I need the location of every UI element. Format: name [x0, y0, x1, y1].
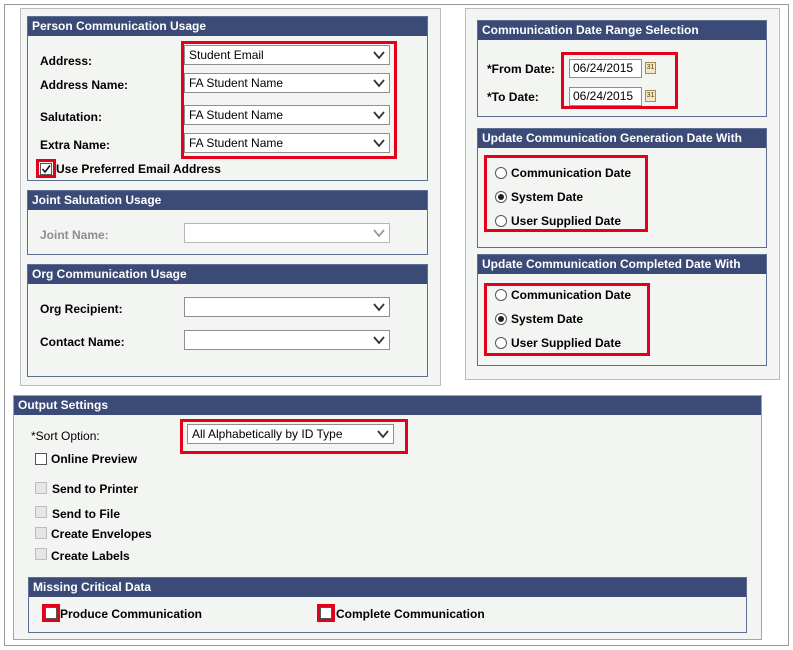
completed-date-option-label: User Supplied Date	[511, 336, 622, 350]
joint-name-select[interactable]	[184, 223, 390, 243]
extra-name-label: Extra Name:	[40, 138, 111, 152]
salutation-select-value: FA Student Name	[189, 108, 284, 122]
panel-title: Missing Critical Data	[29, 578, 746, 597]
chevron-down-icon	[377, 430, 389, 439]
completed-date-radio-2[interactable]	[495, 313, 507, 325]
panel-title: Communication Date Range Selection	[478, 21, 766, 40]
preferred-email-checkbox[interactable]	[40, 163, 52, 175]
address-select-value: Student Email	[189, 48, 264, 62]
generation-date-option-label: Communication Date	[511, 166, 632, 180]
person-communication-panel: Person Communication Usage	[27, 16, 428, 181]
complete-communication-label: Complete Communication	[336, 607, 485, 621]
contact-name-select[interactable]	[184, 330, 390, 350]
preferred-email-label: Use Preferred Email Address	[56, 162, 221, 176]
produce-communication-checkbox[interactable]	[45, 607, 57, 619]
calendar-icon[interactable]: 31	[645, 90, 656, 102]
panel-title: Update Communication Generation Date Wit…	[478, 129, 766, 148]
send-to-file-checkbox[interactable]	[35, 506, 47, 518]
send-to-file-label: Send to File	[52, 507, 121, 521]
panel-title: Output Settings	[14, 396, 761, 415]
generation-date-radio-3[interactable]	[495, 215, 507, 227]
create-labels-label: Create Labels	[51, 549, 130, 563]
chevron-down-icon	[373, 139, 385, 148]
sort-option-select[interactable]: All Alphabetically by ID Type	[187, 424, 394, 444]
produce-communication-label: Produce Communication	[60, 607, 203, 621]
chevron-down-icon	[373, 51, 385, 60]
generation-date-radio-1[interactable]	[495, 167, 507, 179]
address-name-select[interactable]: FA Student Name	[184, 73, 390, 93]
extra-name-select-value: FA Student Name	[189, 136, 284, 150]
completed-date-option-label: System Date	[511, 312, 584, 326]
completed-date-radio-1[interactable]	[495, 289, 507, 301]
chevron-down-icon	[373, 111, 385, 120]
panel-title: Joint Salutation Usage	[28, 191, 427, 210]
generation-date-option-label: System Date	[511, 190, 584, 204]
sort-option-select-value: All Alphabetically by ID Type	[192, 427, 343, 441]
online-preview-checkbox[interactable]	[35, 453, 47, 465]
extra-name-select[interactable]: FA Student Name	[184, 133, 390, 153]
online-preview-label: Online Preview	[51, 452, 138, 466]
generation-date-panel: Update Communication Generation Date Wit…	[477, 128, 767, 248]
panel-title: Update Communication Completed Date With	[478, 255, 766, 274]
send-to-printer-checkbox[interactable]	[35, 482, 47, 494]
org-recipient-select[interactable]	[184, 297, 390, 317]
completed-date-radio-3[interactable]	[495, 337, 507, 349]
checkmark-icon	[41, 165, 51, 174]
sort-option-label: *Sort Option:	[31, 429, 100, 443]
from-date-label: *From Date:	[487, 62, 556, 76]
create-labels-checkbox[interactable]	[35, 548, 47, 560]
create-envelopes-checkbox[interactable]	[35, 527, 47, 539]
send-to-printer-label: Send to Printer	[52, 482, 139, 496]
to-date-label: *To Date:	[487, 90, 539, 104]
panel-title: Person Communication Usage	[28, 17, 427, 36]
salutation-label: Salutation:	[40, 110, 102, 124]
address-name-select-value: FA Student Name	[189, 76, 284, 90]
generation-date-radio-2[interactable]	[495, 191, 507, 203]
address-name-label: Address Name:	[40, 78, 129, 92]
salutation-select[interactable]: FA Student Name	[184, 105, 390, 125]
complete-communication-checkbox[interactable]	[320, 607, 332, 619]
address-label: Address:	[40, 54, 93, 68]
chevron-down-icon	[373, 79, 385, 88]
calendar-icon[interactable]: 31	[645, 62, 656, 74]
org-recipient-label: Org Recipient:	[40, 302, 123, 316]
radio-selected-dot	[498, 316, 504, 322]
org-communication-panel: Org Communication Usage	[27, 264, 428, 377]
address-select[interactable]: Student Email	[184, 45, 390, 65]
completed-date-option-label: Communication Date	[511, 288, 632, 302]
panel-title: Org Communication Usage	[28, 265, 427, 284]
radio-selected-dot	[498, 194, 504, 200]
create-envelopes-label: Create Envelopes	[51, 527, 152, 541]
missing-critical-data-panel: Missing Critical Data	[28, 577, 747, 633]
chevron-down-icon	[373, 303, 385, 312]
chevron-down-icon	[373, 336, 385, 345]
from-date-input[interactable]: 06/24/2015	[569, 59, 642, 78]
to-date-input[interactable]: 06/24/2015	[569, 87, 642, 106]
contact-name-label: Contact Name:	[40, 335, 125, 349]
generation-date-option-label: User Supplied Date	[511, 214, 622, 228]
joint-name-label: Joint Name:	[40, 228, 109, 242]
chevron-down-icon	[373, 229, 385, 238]
